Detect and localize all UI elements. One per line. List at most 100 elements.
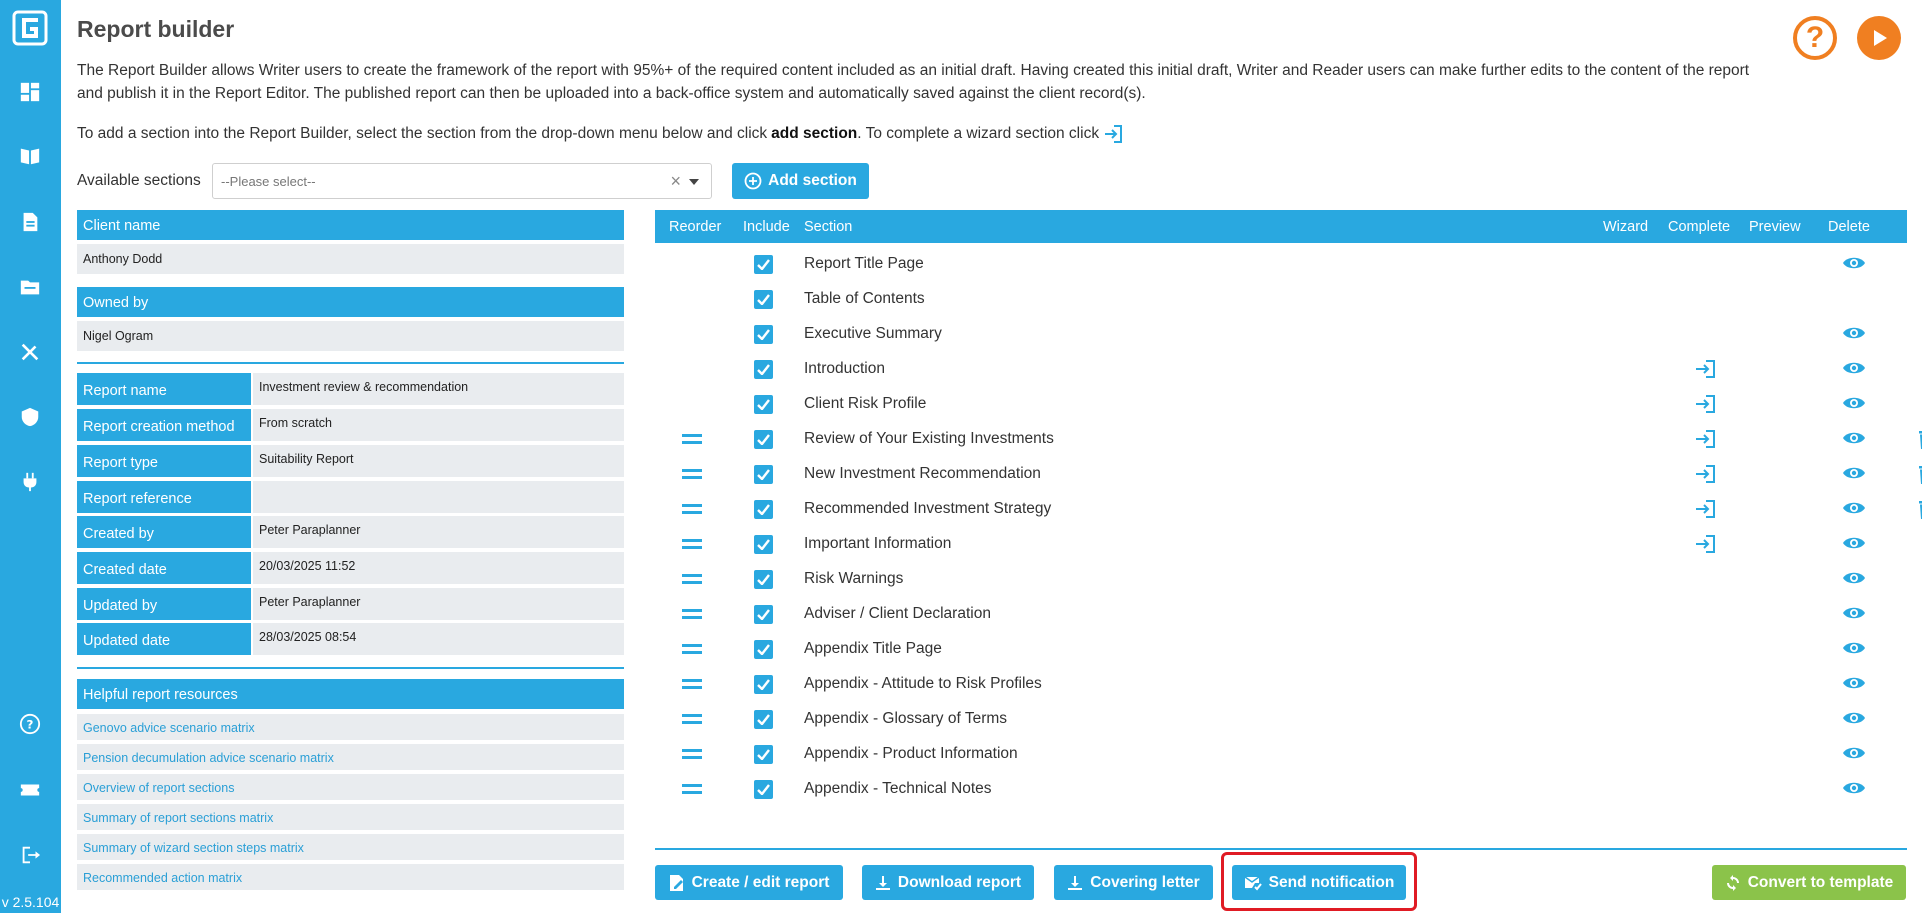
include-checkbox[interactable] [754,465,773,484]
wizard-enter-icon[interactable] [1694,359,1716,384]
section-row: Executive Summary [655,317,1907,352]
book-icon[interactable] [18,144,42,168]
preview-eye-icon[interactable] [1842,745,1866,766]
wizard-enter-icon[interactable] [1694,499,1716,524]
preview-eye-icon[interactable] [1842,640,1866,661]
drag-handle-icon[interactable] [682,504,702,514]
download-icon [1068,875,1083,890]
header-include: Include [743,219,790,235]
chevron-down-icon[interactable] [689,179,699,185]
drag-handle-icon[interactable] [682,434,702,444]
include-checkbox[interactable] [754,780,773,799]
covering-letter-button[interactable]: Covering letter [1054,865,1213,900]
resource-link[interactable]: Genovo advice scenario matrix [77,714,624,742]
preview-eye-icon[interactable] [1842,395,1866,416]
preview-eye-icon[interactable] [1842,465,1866,486]
include-checkbox[interactable] [754,640,773,659]
include-checkbox[interactable] [754,360,773,379]
detail-value: Peter Paraplanner [253,588,624,622]
drag-handle-icon[interactable] [682,679,702,689]
include-checkbox[interactable] [754,395,773,414]
preview-eye-icon[interactable] [1842,675,1866,696]
available-sections-label: Available sections [77,172,201,189]
drag-handle-icon[interactable] [682,609,702,619]
include-checkbox[interactable] [754,605,773,624]
ticket-icon[interactable] [18,778,42,802]
tools-icon[interactable] [18,340,42,364]
wizard-enter-icon[interactable] [1694,429,1716,454]
preview-eye-icon[interactable] [1842,430,1866,451]
play-icon[interactable] [1857,16,1901,60]
header-section: Section [804,219,853,235]
preview-eye-icon[interactable] [1842,570,1866,591]
add-section-button[interactable]: Add section [732,163,869,199]
app-logo[interactable] [12,10,48,46]
include-checkbox[interactable] [754,500,773,519]
refresh-icon [1726,874,1739,891]
include-checkbox[interactable] [754,710,773,729]
document-icon[interactable] [18,210,42,234]
drag-handle-icon[interactable] [682,749,702,759]
resources-header: Helpful report resources [77,679,624,709]
delete-trash-icon[interactable] [1918,429,1922,454]
drag-handle-icon[interactable] [682,784,702,794]
drag-handle-icon[interactable] [682,469,702,479]
folder-icon[interactable] [18,275,42,299]
resource-link[interactable]: Pension decumulation advice scenario mat… [77,744,624,772]
preview-eye-icon[interactable] [1842,500,1866,521]
resource-link[interactable]: Recommended action matrix [77,864,624,892]
drag-handle-icon[interactable] [682,539,702,549]
shield-icon[interactable] [18,405,42,429]
include-checkbox[interactable] [754,255,773,274]
section-row: Appendix - Glossary of Terms [655,702,1907,737]
preview-eye-icon[interactable] [1842,710,1866,731]
help-icon[interactable]: ? [18,712,42,736]
detail-value: Investment review & recommendation [253,373,624,407]
preview-eye-icon[interactable] [1842,605,1866,626]
wizard-enter-icon[interactable] [1694,534,1716,559]
convert-to-template-button[interactable]: Convert to template [1712,865,1906,900]
logout-icon[interactable] [18,843,42,867]
clear-icon[interactable]: × [670,171,681,192]
include-checkbox[interactable] [754,745,773,764]
instructions-text-2: . To complete a wizard section click [857,125,1100,142]
resource-link[interactable]: Summary of wizard section steps matrix [77,834,624,862]
delete-trash-icon[interactable] [1918,499,1922,524]
resource-link[interactable]: Overview of report sections [77,774,624,802]
question-icon[interactable]: ? [1793,16,1837,60]
include-checkbox[interactable] [754,430,773,449]
detail-row: Updated date 28/03/2025 08:54 [77,623,624,657]
section-row: Table of Contents [655,282,1907,317]
include-checkbox[interactable] [754,325,773,344]
include-checkbox[interactable] [754,675,773,694]
plug-icon[interactable] [18,470,42,494]
section-row: Review of Your Existing Investments [655,422,1922,457]
preview-eye-icon[interactable] [1842,360,1866,381]
delete-trash-icon[interactable] [1918,464,1922,489]
resource-link[interactable]: Summary of report sections matrix [77,804,624,832]
preview-eye-icon[interactable] [1842,780,1866,801]
preview-eye-icon[interactable] [1842,255,1866,276]
include-checkbox[interactable] [754,535,773,554]
owned-by-header: Owned by [77,287,624,317]
header-wizard: Wizard [1603,219,1649,235]
detail-key: Report reference [77,481,251,515]
drag-handle-icon[interactable] [682,574,702,584]
drag-handle-icon[interactable] [682,644,702,654]
preview-eye-icon[interactable] [1842,535,1866,556]
wizard-enter-icon[interactable] [1694,464,1716,489]
download-report-button[interactable]: Download report [862,865,1034,900]
available-sections-select[interactable]: --Please select-- × [212,163,712,199]
dashboard-icon[interactable] [18,80,42,104]
preview-eye-icon[interactable] [1842,325,1866,346]
detail-value: 20/03/2025 11:52 [253,552,624,586]
wizard-enter-icon[interactable] [1694,394,1716,419]
instructions-text-1: To add a section into the Report Builder… [77,125,768,142]
include-checkbox[interactable] [754,290,773,309]
plus-circle-icon [744,172,762,190]
drag-handle-icon[interactable] [682,714,702,724]
covering-letter-label: Covering letter [1090,873,1200,891]
include-checkbox[interactable] [754,570,773,589]
detail-row: Created by Peter Paraplanner [77,516,624,550]
create-edit-report-button[interactable]: Create / edit report [655,865,843,900]
